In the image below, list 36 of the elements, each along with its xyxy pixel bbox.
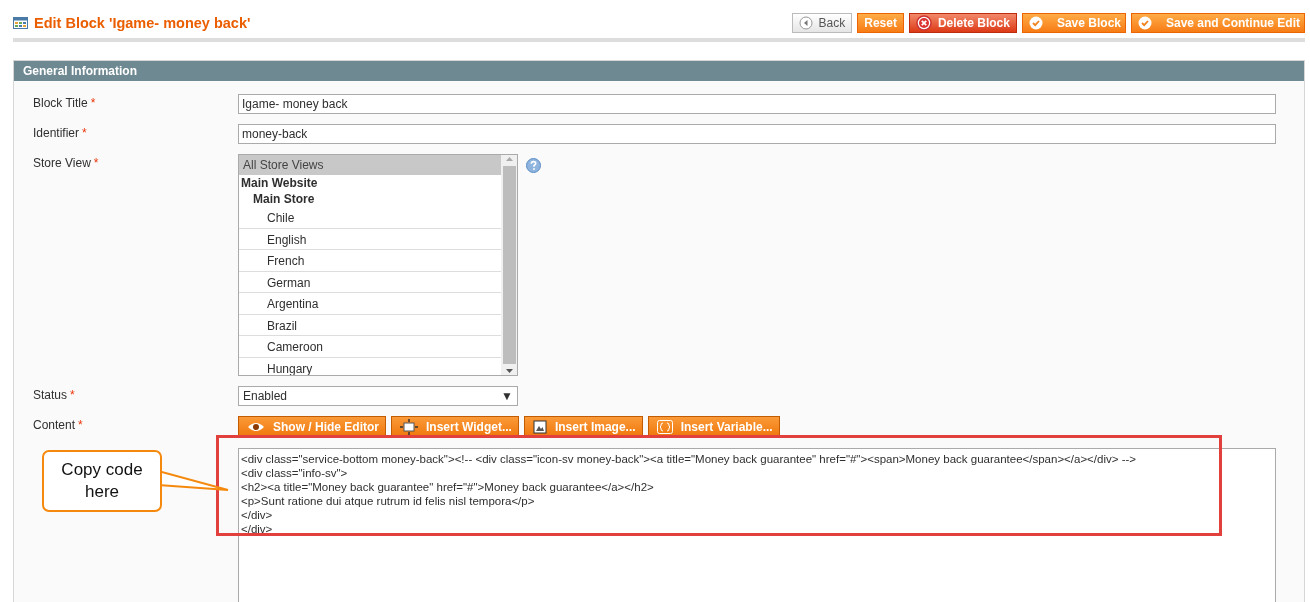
list-option[interactable]: Main Store (239, 191, 501, 207)
eye-icon (247, 420, 265, 433)
help-icon[interactable] (526, 158, 541, 173)
list-option[interactable]: Chile (239, 207, 501, 229)
field-label: Block Title * (33, 95, 97, 110)
list-option[interactable]: Brazil (239, 314, 501, 336)
list-option[interactable]: Main Website (239, 175, 501, 191)
checkmark-icon (1028, 16, 1043, 30)
list-option[interactable]: English (239, 228, 501, 250)
section-header: General Information (14, 61, 1304, 81)
field-label: Store View * (33, 155, 100, 170)
field-label: Identifier * (33, 125, 88, 140)
down-arrow-icon[interactable] (504, 366, 514, 375)
page-title: Edit Block 'Igame- money back' (34, 15, 251, 31)
status-select[interactable]: Enabled ▼ (238, 386, 518, 406)
checkmark-icon (1138, 16, 1152, 30)
close-icon (915, 15, 932, 31)
callout-note: Copy code here (42, 450, 162, 512)
list-option[interactable]: Cameroon (239, 336, 501, 358)
back-button[interactable]: Back (791, 13, 853, 33)
braces-icon (656, 419, 673, 434)
content-editor[interactable]: <div class="service-bottom money-back"><!-- <div class="icon-sv money-back"><a title="Money back guarantee" href="#"><span>Money back guarantee</span></a></div> --> <div class="info-sv"> <h2><a title="Money back guarantee" href="#">Money back guarantee</a></h2> <p>Sunt ratione dui atque rutrum id felis nisl tempora</p> </div> </div> (238, 448, 1276, 602)
grid-icon (13, 17, 28, 29)
up-arrow-icon[interactable] (504, 155, 514, 164)
identifier-input[interactable]: money-back (238, 124, 1276, 144)
store-view-list[interactable]: All Store Views Main Website Main Store Chile English French German Argentina Brazil Cameroon Hungary (238, 154, 518, 376)
title-input[interactable]: Igame- money back (238, 94, 1276, 114)
list-option[interactable]: German (239, 271, 501, 293)
list-option[interactable]: French (239, 250, 501, 272)
widget-icon (400, 418, 418, 435)
image-icon (532, 419, 547, 434)
list-option[interactable]: All Store Views (239, 155, 501, 175)
field-label: Status * (33, 387, 76, 402)
list-option[interactable]: Argentina (239, 293, 501, 315)
scrollbar[interactable] (501, 155, 517, 375)
field-label: Content * (33, 417, 84, 432)
